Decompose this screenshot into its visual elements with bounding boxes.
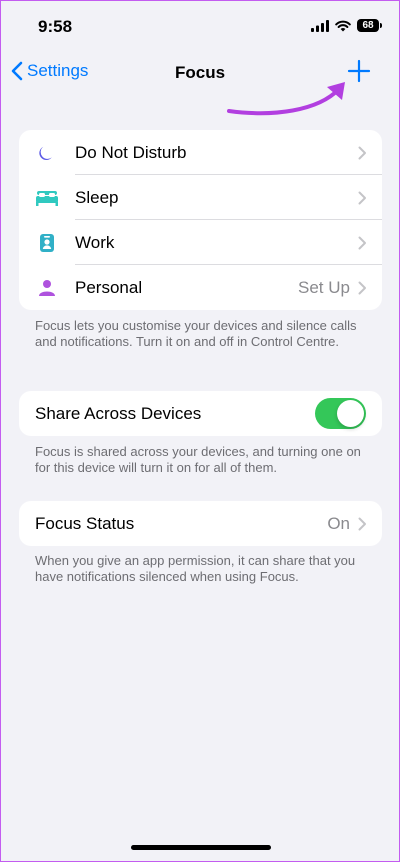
annotation-arrow — [227, 82, 345, 116]
share-across-devices-label: Share Across Devices — [35, 403, 202, 423]
person-icon — [39, 279, 55, 296]
cellular-signal-icon — [311, 19, 329, 32]
moon-icon — [39, 146, 52, 160]
screen: 9:58 68 Settings Focus Do Not Disturb Sl… — [0, 0, 400, 862]
set-up-label: Set Up — [298, 277, 350, 297]
focus-status-label: Focus Status — [35, 513, 135, 533]
status-icons: 68 — [311, 19, 382, 32]
focus-mode-label: Work — [75, 232, 115, 252]
chevron-right-icon — [358, 146, 366, 159]
share-across-devices-toggle[interactable] — [315, 398, 366, 429]
focus-mode-work[interactable]: Work — [19, 220, 382, 265]
focus-status-group: Focus Status On — [19, 501, 382, 546]
focus-footer-text: Focus lets you customise your devices an… — [35, 318, 357, 349]
focus-mode-sleep[interactable]: Sleep — [19, 175, 382, 220]
status-time: 9:58 — [38, 17, 73, 36]
focus-modes-list: Do Not Disturb Sleep Work Personal Set U… — [19, 130, 382, 310]
share-across-devices-group: Share Across Devices — [19, 391, 382, 436]
focus-status-footer-text: When you give an app permission, it can … — [35, 553, 356, 584]
focus-mode-label: Personal — [75, 277, 143, 297]
share-footer-text: Focus is shared across your devices, and… — [35, 444, 361, 475]
id-badge-icon — [40, 233, 54, 252]
focus-mode-label: Do Not Disturb — [75, 142, 187, 162]
focus-mode-personal[interactable]: Personal Set Up — [19, 265, 382, 310]
home-indicator[interactable] — [131, 845, 271, 850]
wifi-icon — [335, 20, 351, 31]
toggle-knob — [337, 400, 364, 427]
focus-status-value: On — [327, 513, 350, 533]
chevron-right-icon — [358, 517, 366, 530]
chevron-right-icon — [358, 281, 366, 294]
focus-mode-label: Sleep — [75, 187, 119, 207]
chevron-right-icon — [358, 236, 366, 249]
share-across-devices-row: Share Across Devices — [19, 391, 382, 436]
status-bar: 9:58 68 — [1, 1, 399, 53]
battery-icon: 68 — [357, 19, 382, 32]
bed-icon — [36, 190, 58, 206]
focus-mode-do-not-disturb[interactable]: Do Not Disturb — [19, 130, 382, 175]
chevron-right-icon — [358, 191, 366, 204]
focus-status-row[interactable]: Focus Status On — [19, 501, 382, 546]
